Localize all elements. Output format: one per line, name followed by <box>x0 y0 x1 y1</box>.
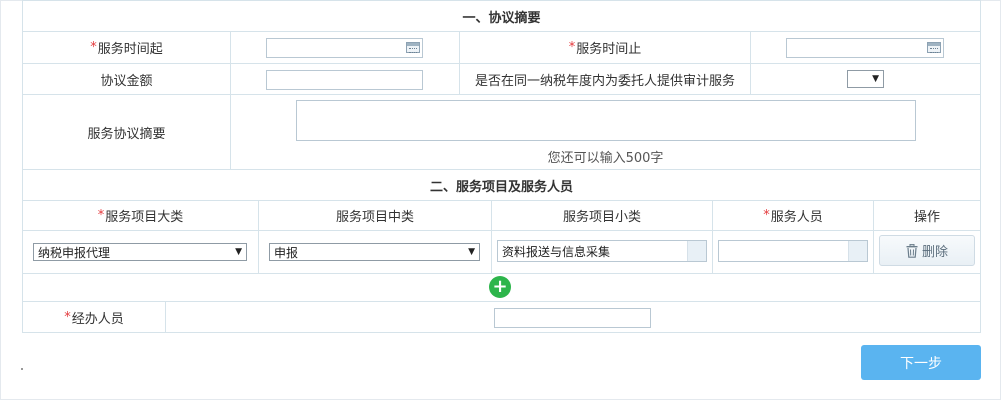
audit-select[interactable]: ▼ <box>847 70 884 88</box>
header-text: 操作 <box>913 210 940 225</box>
service-start-cell <box>230 31 460 64</box>
service-end-cell <box>750 31 981 64</box>
row-category-mid-cell: 申报 ▼ <box>258 230 492 274</box>
label-summary: 服务协议摘要 <box>22 94 231 170</box>
label-service-start: * 服务时间起 <box>22 31 231 64</box>
header-category-major: * 服务项目大类 <box>22 200 259 231</box>
header-category-minor: 服务项目小类 <box>491 200 713 231</box>
summary-textarea[interactable] <box>296 100 916 141</box>
required-marker: * <box>568 40 576 55</box>
header-personnel: * 服务人员 <box>712 200 874 231</box>
header-text: 服务项目中类 <box>335 210 414 225</box>
audit-select-cell: ▼ <box>750 63 981 95</box>
row-category-major-cell: 纳税申报代理 ▼ <box>22 230 259 274</box>
row-actions-cell: 删除 <box>873 230 981 274</box>
field-side-button[interactable] <box>848 241 867 261</box>
stray-dot <box>21 368 23 370</box>
calendar-icon[interactable] <box>406 42 420 53</box>
section-title-agreement: 一、协议摘要 <box>22 0 981 32</box>
personnel-field[interactable] <box>718 240 868 262</box>
header-text: 服务项目大类 <box>105 210 184 225</box>
label-text: 经办人员 <box>71 311 124 327</box>
trash-icon <box>906 243 918 258</box>
label-amount: 协议金额 <box>22 63 231 95</box>
next-step-button[interactable]: 下一步 <box>861 345 981 380</box>
field-value: 资料报送与信息采集 <box>502 244 611 259</box>
header-text: 服务项目小类 <box>562 210 641 225</box>
dropdown-arrow-icon: ▼ <box>872 74 879 84</box>
section-title-services: 二、服务项目及服务人员 <box>22 169 981 201</box>
select-value: 纳税申报代理 <box>38 245 111 260</box>
row-category-minor-cell: 资料报送与信息采集 <box>491 230 713 274</box>
service-end-input[interactable] <box>786 38 944 58</box>
calendar-icon[interactable] <box>927 42 941 53</box>
label-text: 服务协议摘要 <box>87 126 166 142</box>
plus-icon[interactable]: + <box>489 276 511 298</box>
label-text: 服务时间起 <box>97 42 163 57</box>
remaining-chars-hint: 您还可以输入500字 <box>547 151 664 166</box>
dropdown-arrow-icon: ▼ <box>235 247 242 257</box>
add-row-area: + <box>22 273 981 302</box>
header-text: 服务人员 <box>770 210 823 225</box>
field-side-button[interactable] <box>687 241 706 261</box>
delete-label: 删除 <box>921 245 948 260</box>
label-service-end: * 服务时间止 <box>459 31 751 64</box>
label-text: 协议金额 <box>100 73 153 89</box>
header-actions: 操作 <box>873 200 981 231</box>
amount-cell <box>230 63 460 95</box>
category-minor-field[interactable]: 资料报送与信息采集 <box>497 240 707 262</box>
category-major-select[interactable]: 纳税申报代理 ▼ <box>33 243 247 261</box>
label-handler: * 经办人员 <box>22 301 166 333</box>
required-marker: * <box>64 309 71 325</box>
label-text: 服务时间止 <box>576 42 642 57</box>
next-step-label: 下一步 <box>900 355 942 372</box>
required-marker: * <box>97 208 105 223</box>
header-category-mid: 服务项目中类 <box>258 200 492 231</box>
required-marker: * <box>90 40 97 55</box>
amount-input[interactable] <box>266 70 423 90</box>
section-title-text: 二、服务项目及服务人员 <box>429 179 573 195</box>
delete-button[interactable]: 删除 <box>879 235 975 266</box>
label-audit-question: 是否在同一纳税年度内为委托人提供审计服务 <box>459 63 751 95</box>
handler-cell <box>165 301 981 333</box>
category-mid-select[interactable]: 申报 ▼ <box>269 243 480 261</box>
service-start-input[interactable] <box>266 38 423 58</box>
summary-cell: 您还可以输入500字 <box>230 94 981 170</box>
required-marker: * <box>763 208 770 223</box>
handler-input[interactable] <box>494 308 651 328</box>
label-text: 是否在同一纳税年度内为委托人提供审计服务 <box>474 73 735 89</box>
section-title-text: 一、协议摘要 <box>462 10 541 26</box>
dropdown-arrow-icon: ▼ <box>468 247 475 257</box>
select-value: 申报 <box>274 245 299 260</box>
row-personnel-cell <box>712 230 874 274</box>
